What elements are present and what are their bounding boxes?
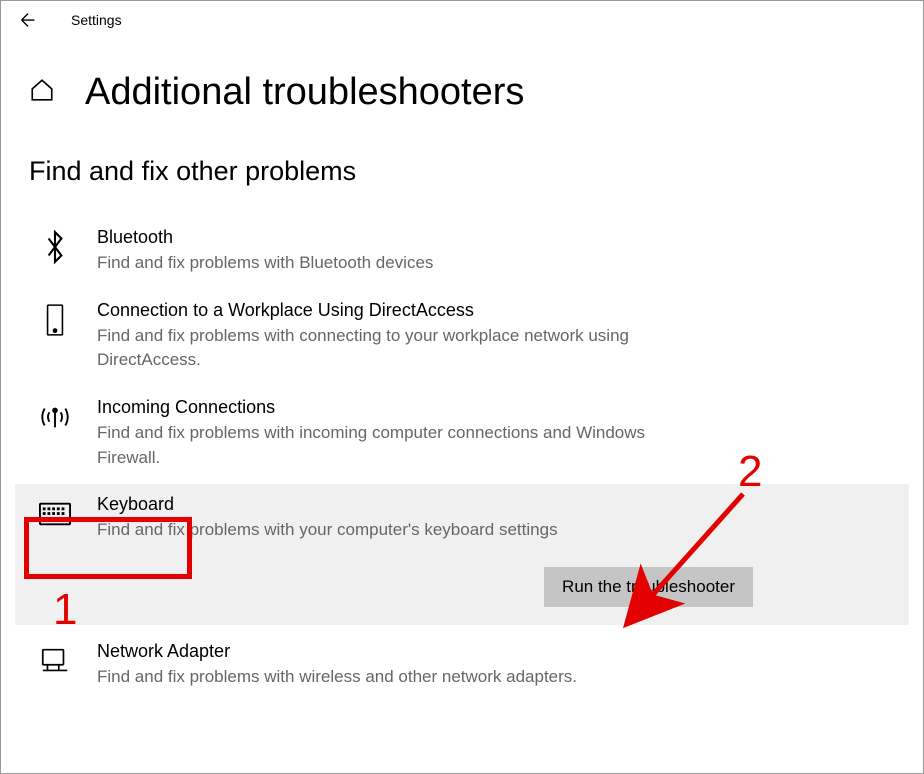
page-title: Additional troubleshooters [85, 71, 524, 114]
item-title: Incoming Connections [97, 397, 667, 418]
item-description: Find and fix problems with Bluetooth dev… [97, 251, 667, 276]
keyboard-icon [39, 498, 71, 530]
item-title: Bluetooth [97, 227, 667, 248]
run-troubleshooter-button[interactable]: Run the troubleshooter [544, 567, 753, 607]
troubleshooter-item-bluetooth[interactable]: Bluetooth Find and fix problems with Blu… [15, 217, 909, 290]
item-title: Network Adapter [97, 641, 667, 662]
troubleshooter-list: Bluetooth Find and fix problems with Blu… [1, 217, 923, 703]
network-adapter-icon [39, 645, 71, 677]
item-description: Find and fix problems with wireless and … [97, 665, 667, 690]
phone-icon [39, 304, 71, 336]
page-header: Additional troubleshooters [1, 39, 923, 124]
home-icon[interactable] [29, 77, 55, 108]
app-title: Settings [71, 12, 122, 28]
item-description: Find and fix problems with connecting to… [97, 324, 667, 373]
item-description: Find and fix problems with incoming comp… [97, 421, 667, 470]
troubleshooter-item-network[interactable]: Network Adapter Find and fix problems wi… [15, 631, 909, 704]
title-bar: Settings [1, 1, 923, 39]
troubleshooter-item-keyboard[interactable]: Keyboard Find and fix problems with your… [15, 484, 909, 625]
troubleshooter-item-incoming[interactable]: Incoming Connections Find and fix proble… [15, 387, 909, 484]
signal-icon [39, 401, 71, 433]
bluetooth-icon [39, 231, 71, 263]
item-description: Find and fix problems with your computer… [97, 518, 777, 543]
item-title: Keyboard [97, 494, 777, 515]
troubleshooter-item-directaccess[interactable]: Connection to a Workplace Using DirectAc… [15, 290, 909, 387]
section-subtitle: Find and fix other problems [1, 124, 923, 217]
item-title: Connection to a Workplace Using DirectAc… [97, 300, 667, 321]
back-button[interactable] [17, 9, 39, 31]
